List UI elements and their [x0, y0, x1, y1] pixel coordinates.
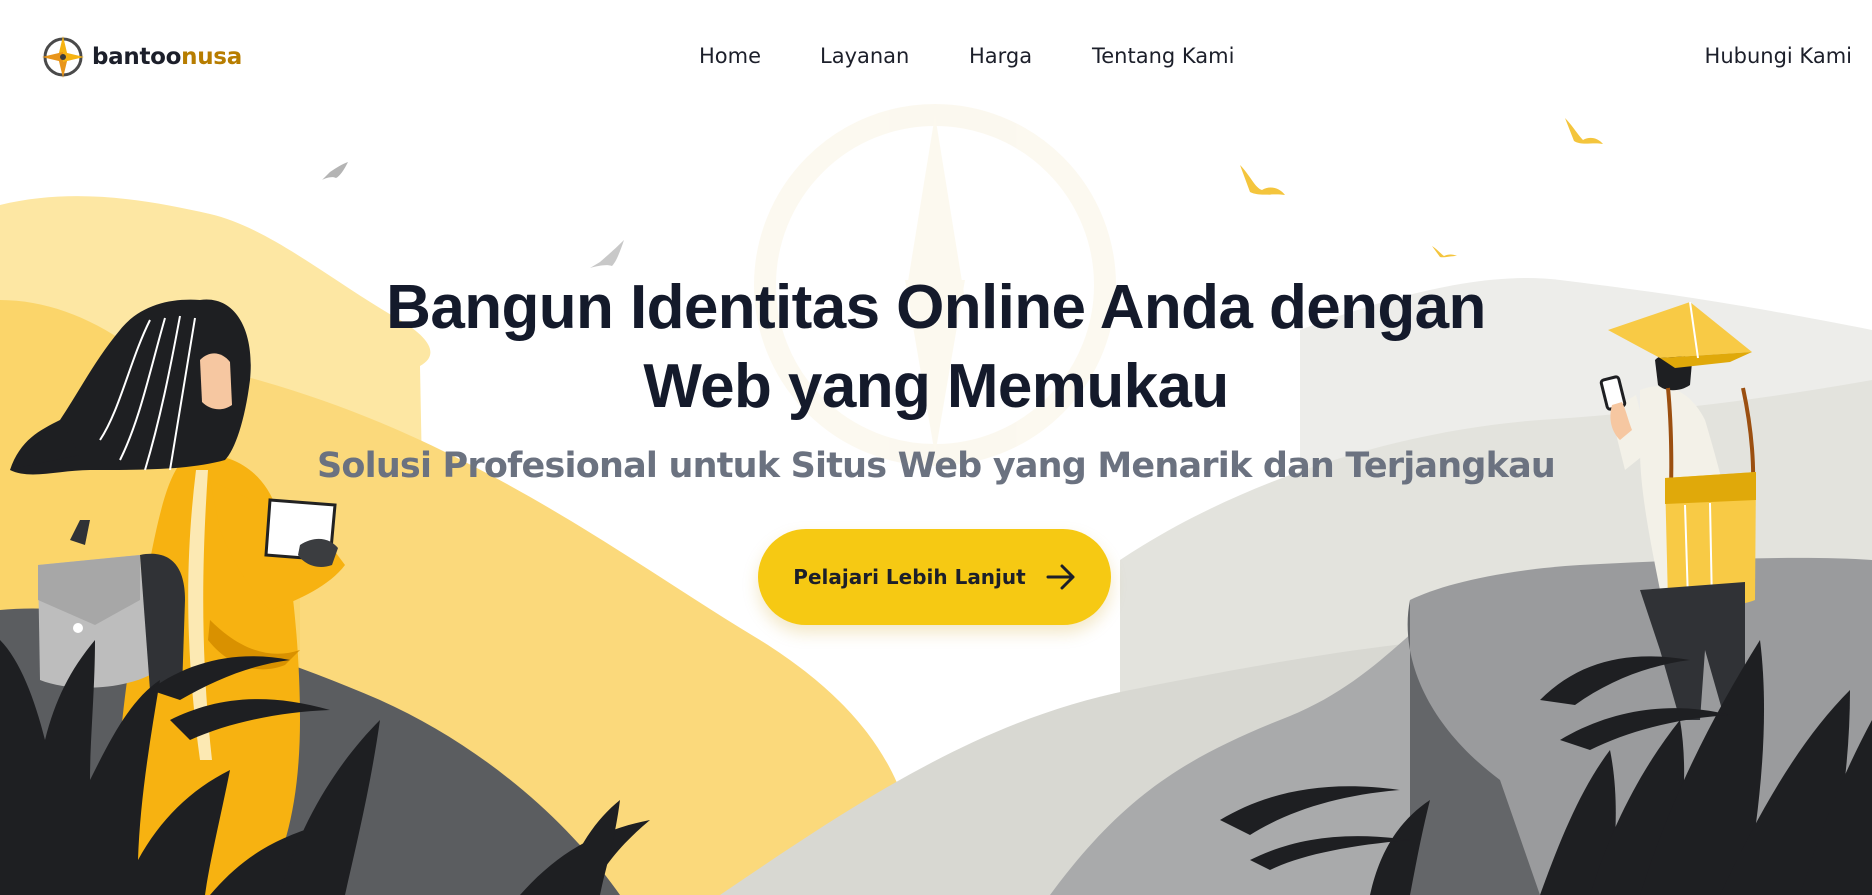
- hero-title-line-2: Web yang Memukau: [643, 352, 1229, 421]
- arrow-right-icon: [1046, 564, 1075, 590]
- nav-link-tentang-kami[interactable]: Tentang Kami: [1092, 44, 1234, 68]
- learn-more-label: Pelajari Lebih Lanjut: [793, 565, 1026, 589]
- hero-subtitle: Solusi Profesional untuk Situs Web yang …: [316, 446, 1556, 486]
- nav-menu: Home Layanan Harga Tentang Kami Hubungi …: [0, 44, 1872, 74]
- nav-link-home[interactable]: Home: [699, 44, 761, 68]
- nav-link-layanan[interactable]: Layanan: [820, 44, 909, 68]
- hero-section: Bangun Identitas Online Anda dengan Web …: [0, 268, 1872, 486]
- learn-more-button[interactable]: Pelajari Lebih Lanjut: [758, 529, 1111, 625]
- nav-link-harga[interactable]: Harga: [969, 44, 1032, 68]
- bird-icons: [322, 118, 1603, 268]
- navbar: bantoonusa Home Layanan Harga Tentang Ka…: [0, 0, 1872, 116]
- nav-link-hubungi-kami[interactable]: Hubungi Kami: [1705, 44, 1852, 68]
- hero-title: Bangun Identitas Online Anda dengan Web …: [0, 268, 1872, 426]
- hero-title-line-1: Bangun Identitas Online Anda dengan: [386, 273, 1486, 342]
